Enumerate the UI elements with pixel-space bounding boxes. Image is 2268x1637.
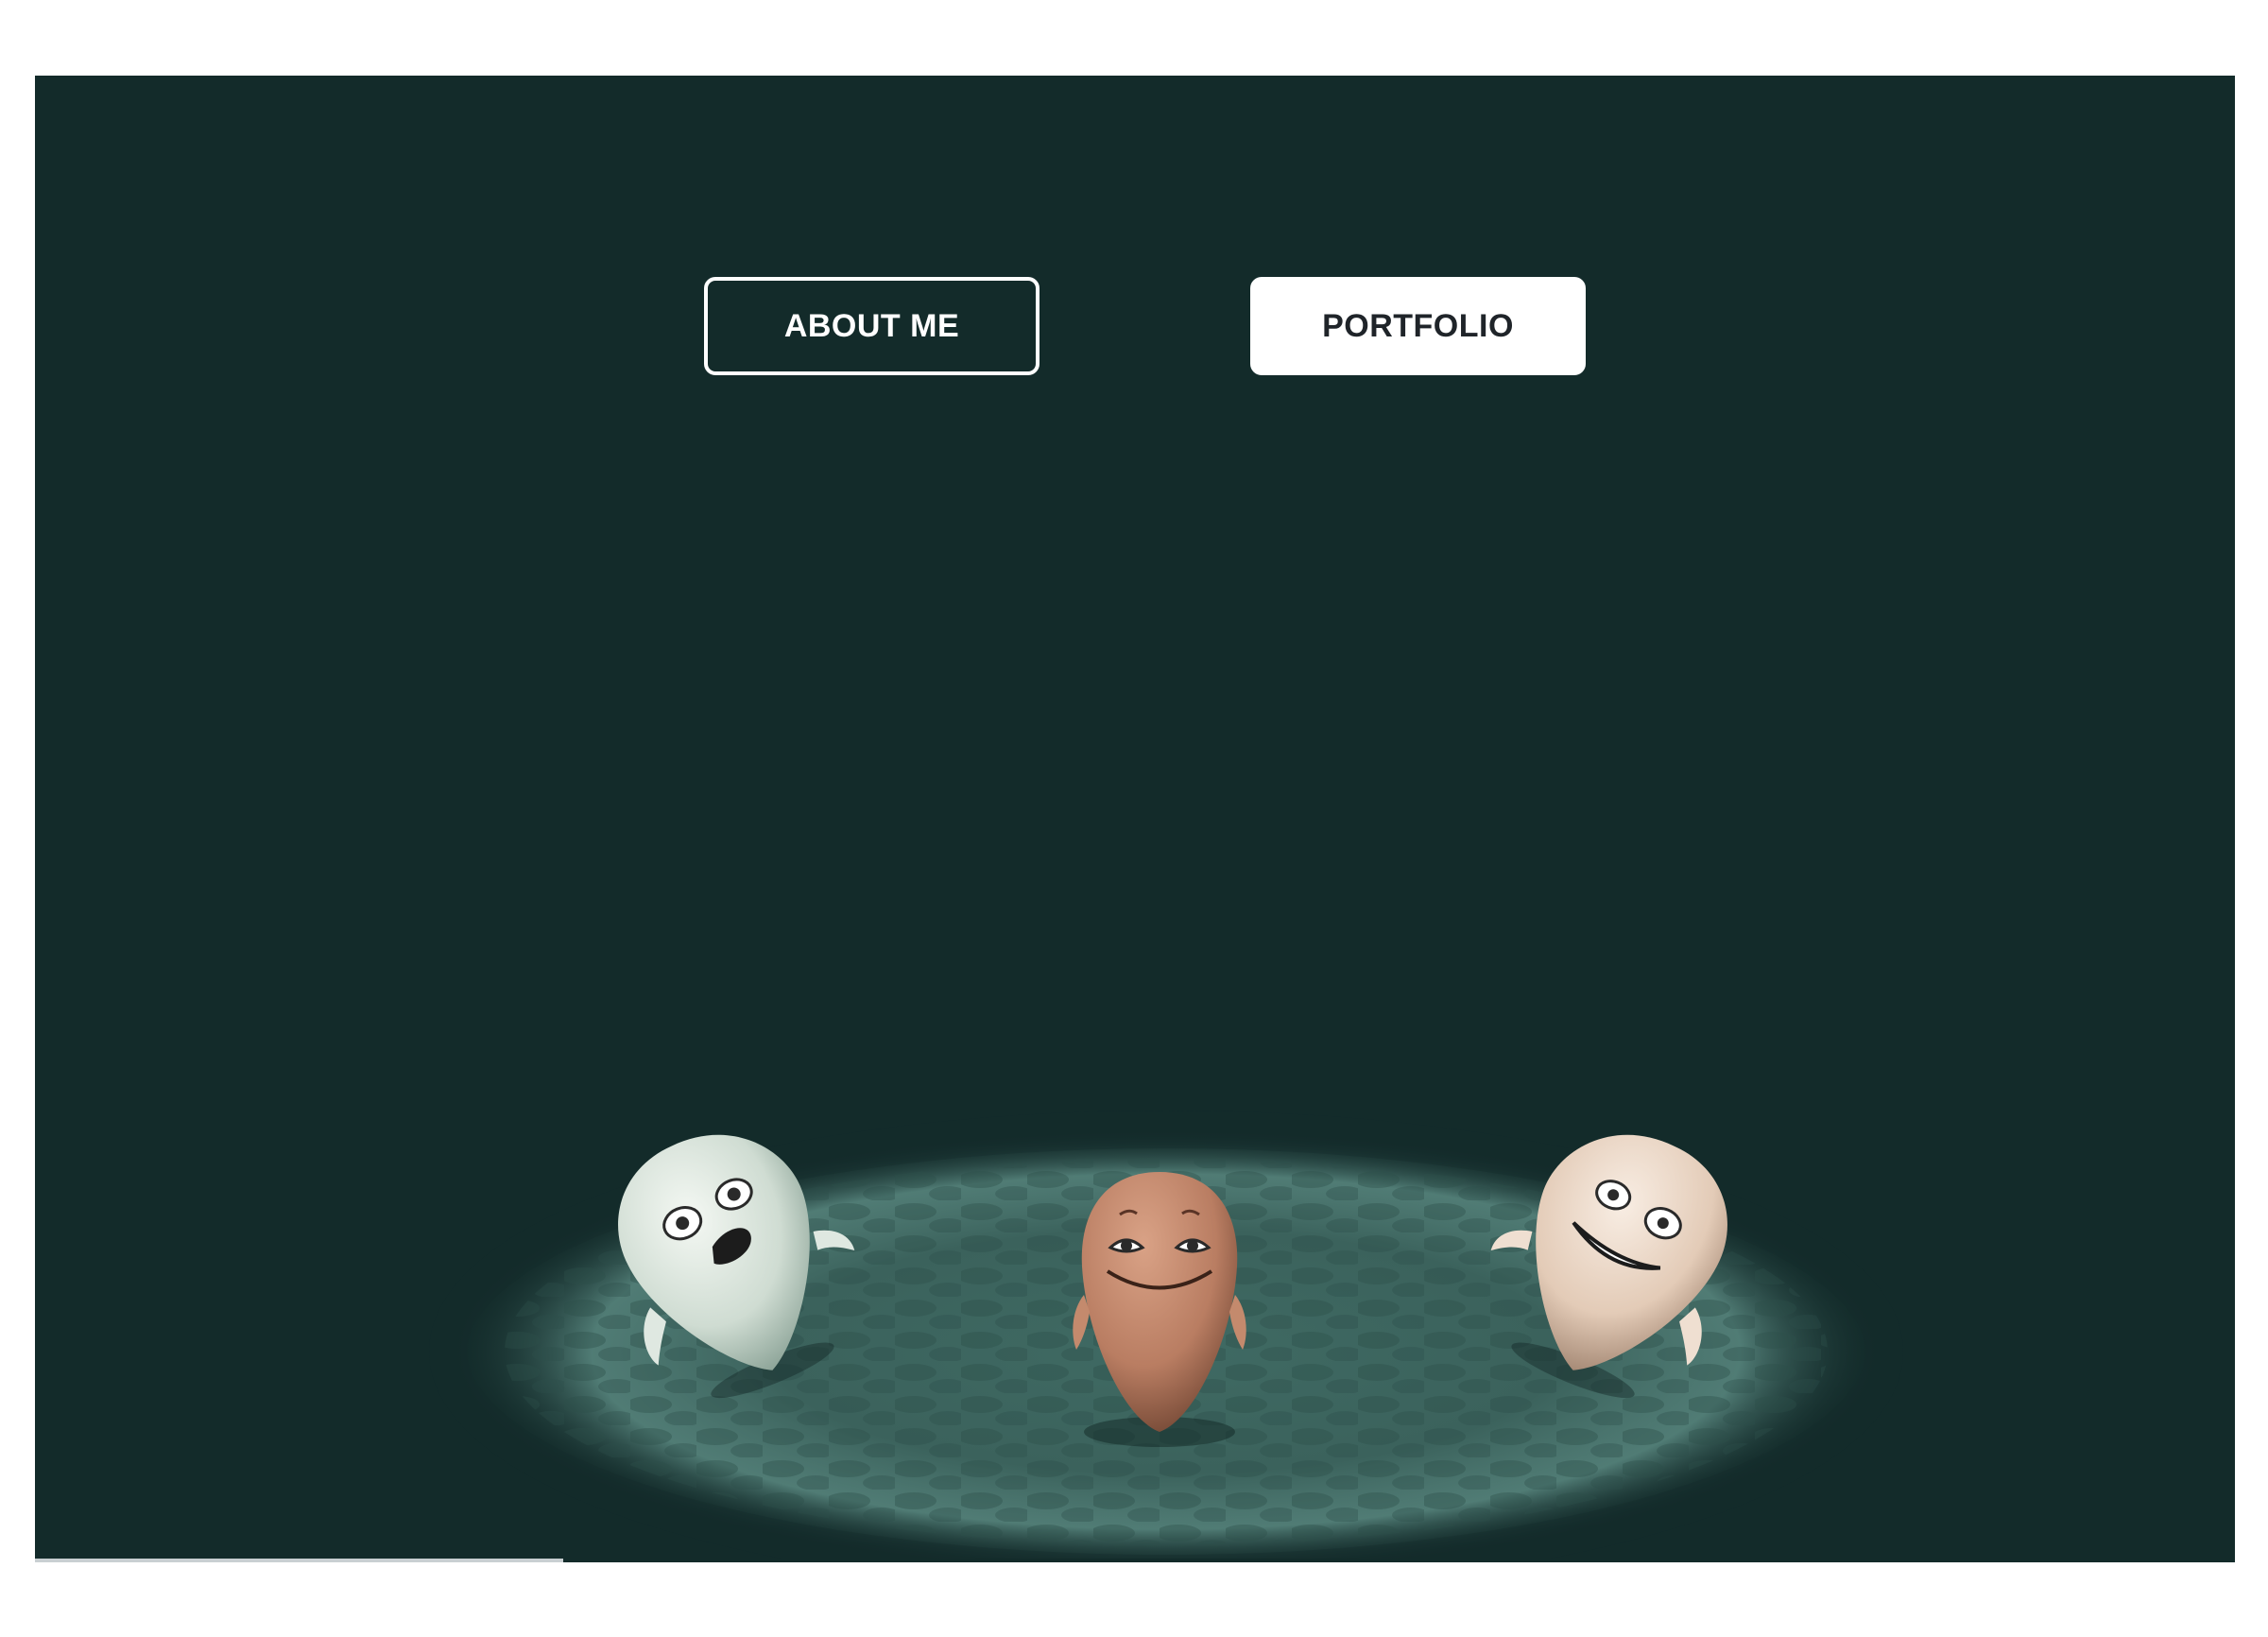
loading-progress-bar — [35, 1559, 2235, 1562]
3d-scene — [429, 1111, 1903, 1562]
loading-progress-fill — [35, 1559, 563, 1562]
app-stage: ABOUT ME PORTFOLIO — [35, 76, 2235, 1562]
